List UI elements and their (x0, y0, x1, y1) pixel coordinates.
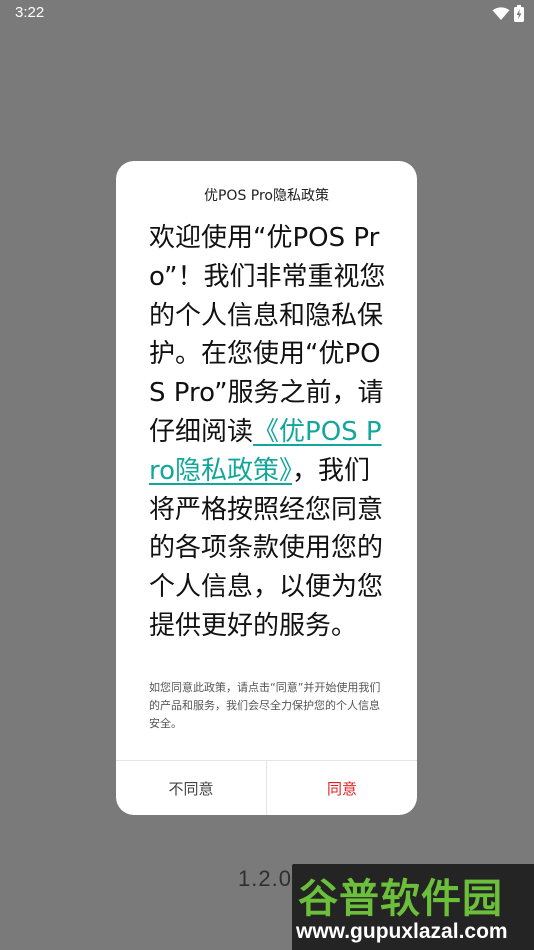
dialog-body: 欢迎使用“优POS Pro”！我们非常重视您的个人信息和隐私保护。在您使用“优P… (149, 219, 389, 646)
agree-button[interactable]: 同意 (267, 761, 417, 815)
watermark-url: www.gupuxlazal.com (296, 920, 508, 943)
consent-note: 如您同意此政策，请点击“同意”并开始使用我们的产品和服务，我们会尽全力保护您的个… (149, 681, 381, 730)
battery-charging-icon (514, 5, 524, 26)
privacy-policy-dialog: 优POS Pro隐私政策 欢迎使用“优POS Pro”！我们非常重视您的个人信息… (116, 161, 417, 815)
status-icons (492, 5, 524, 26)
body-intro-text: 欢迎使用“优POS Pro”！我们非常重视您的个人信息和隐私保护。在您使用“优P… (149, 223, 386, 447)
wifi-icon (492, 6, 510, 25)
status-bar: 3:22 (0, 0, 534, 28)
status-time: 3:22 (15, 4, 45, 21)
dialog-title: 优POS Pro隐私政策 (203, 188, 329, 204)
disagree-button[interactable]: 不同意 (116, 761, 267, 815)
watermark-logo: 谷普软件园 www.gupuxlazal.com (292, 864, 534, 950)
app-version: 1.2.0 (238, 866, 292, 891)
dialog-actions: 不同意 同意 (116, 760, 417, 815)
watermark-title: 谷普软件园 (298, 876, 503, 922)
